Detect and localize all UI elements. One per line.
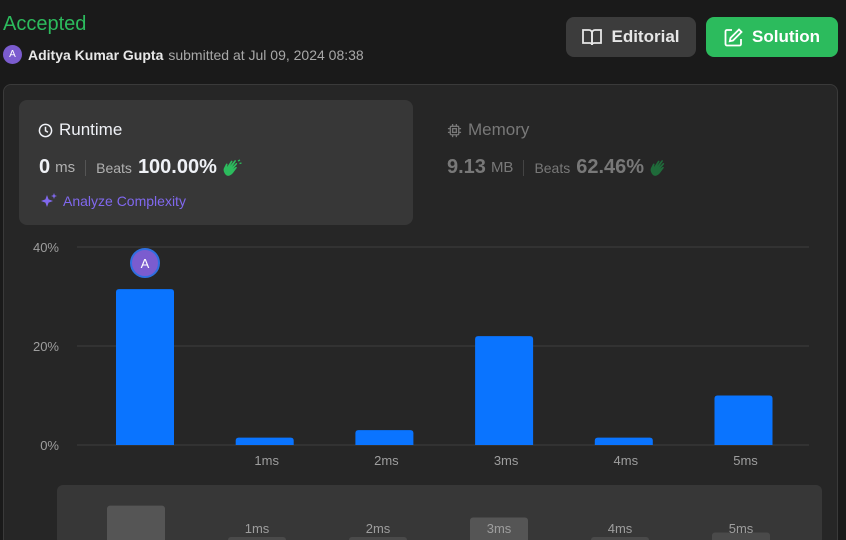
mini-chart[interactable]: 1ms 2ms 3ms 4ms 5ms — [57, 485, 822, 540]
bar[interactable] — [714, 395, 773, 446]
x-tick-label: 5ms — [733, 453, 758, 468]
x-tick-label: 1ms — [254, 453, 279, 468]
range-selector[interactable]: 1ms 2ms 3ms 4ms 5ms — [57, 485, 822, 540]
x-tick-label: 2ms — [374, 453, 399, 468]
mini-tick-label: 1ms — [245, 521, 270, 536]
bar[interactable] — [235, 437, 294, 445]
runtime-distribution-chart: 0% 20% 40% 1ms 2ms 3ms 4ms 5ms A — [33, 240, 809, 468]
bar[interactable] — [594, 437, 653, 445]
x-tick-label: 4ms — [614, 453, 639, 468]
bar[interactable] — [116, 289, 174, 445]
bar[interactable] — [355, 430, 414, 445]
y-tick-label: 0% — [40, 438, 59, 453]
y-tick-label: 40% — [33, 240, 59, 255]
x-tick-label: 3ms — [494, 453, 519, 468]
bar[interactable] — [475, 336, 534, 445]
mini-tick-label: 5ms — [729, 521, 754, 536]
mini-bar — [107, 505, 165, 540]
y-tick-label: 20% — [33, 339, 59, 354]
mini-tick-label: 4ms — [608, 521, 633, 536]
mini-tick-label: 2ms — [366, 521, 391, 536]
mini-tick-label: 3ms — [487, 521, 512, 536]
user-marker-label: A — [141, 256, 150, 271]
